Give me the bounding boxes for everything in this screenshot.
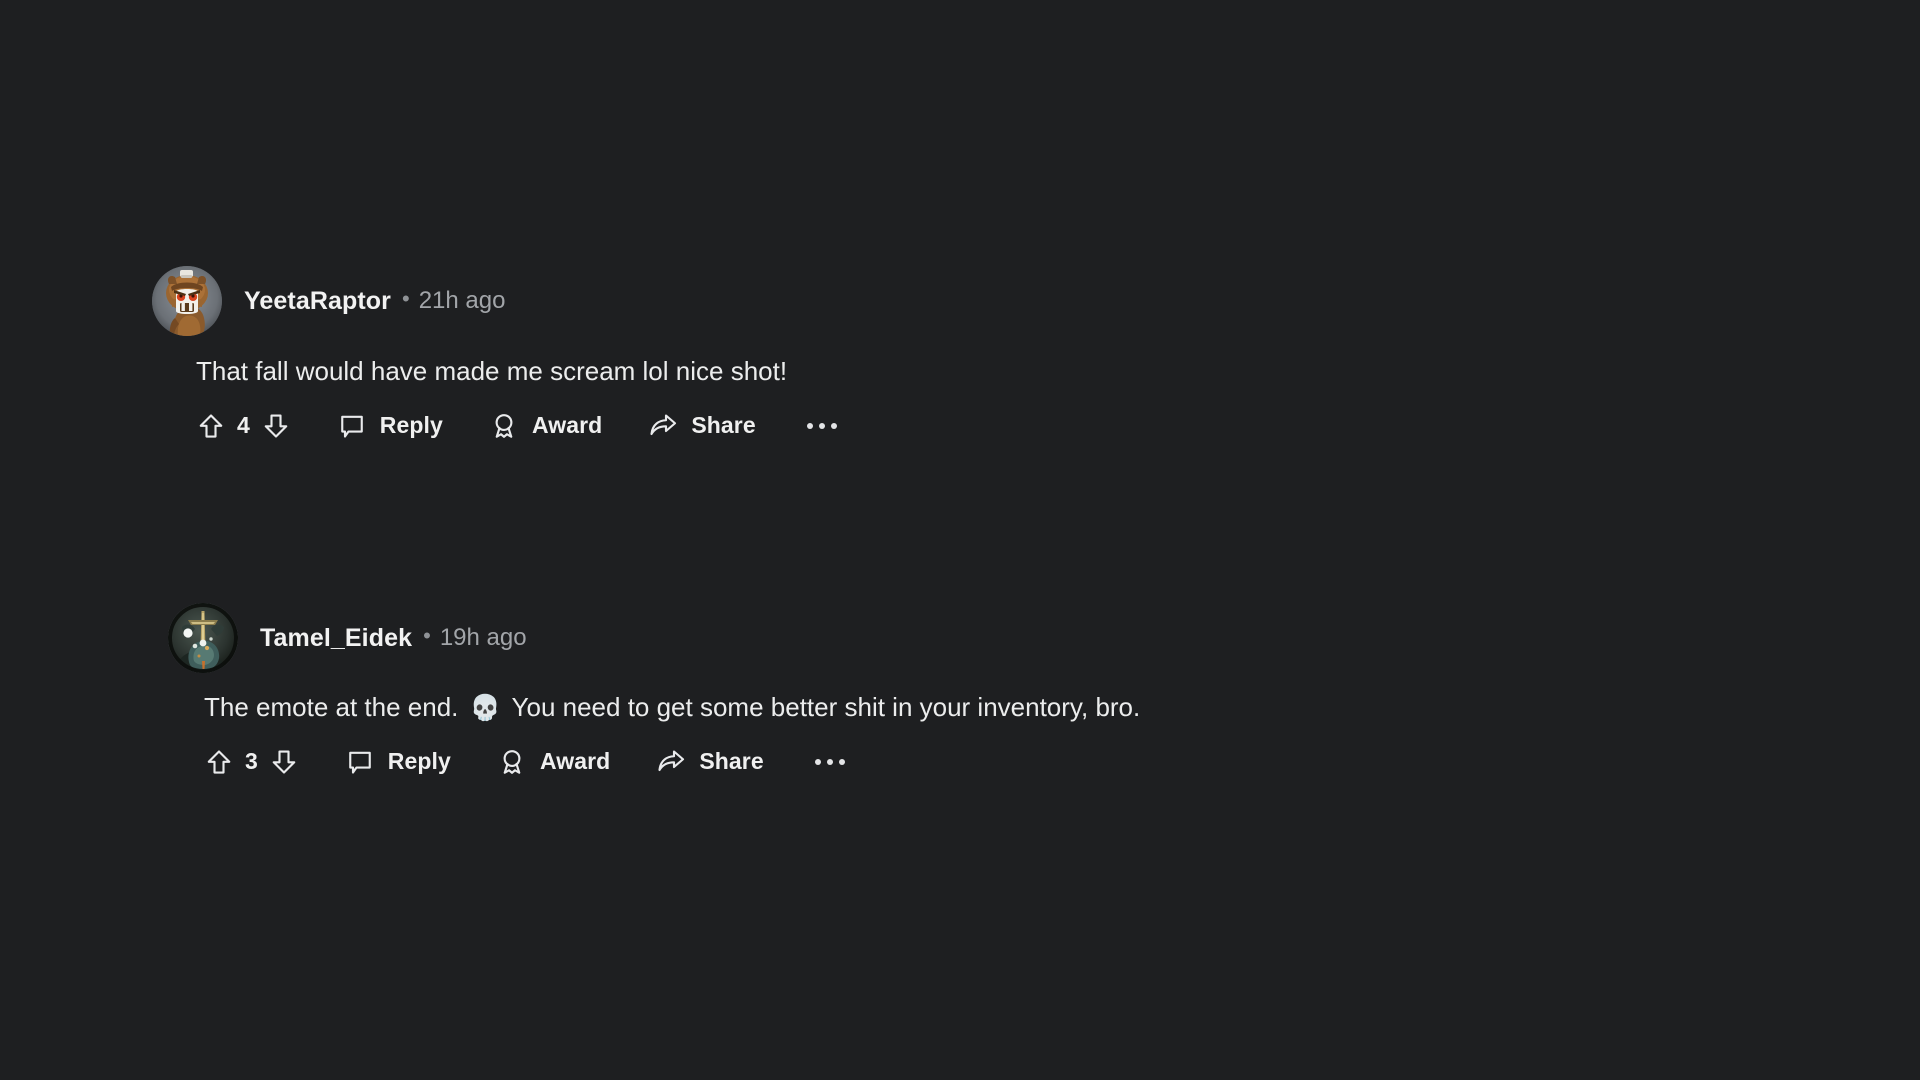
ellipsis-dot: [806, 422, 813, 429]
comment-thread-page: YeetaRaptor • 21h ago That fall would ha…: [0, 0, 1920, 1080]
award-ribbon-icon: [489, 411, 519, 441]
vote-group: 3: [204, 747, 299, 777]
reply-label: Reply: [379, 412, 443, 439]
ellipsis-dot: [814, 758, 821, 765]
reply-button[interactable]: Reply: [345, 747, 451, 777]
comment-item: YeetaRaptor • 21h ago That fall would ha…: [152, 265, 842, 441]
upvote-arrow-icon[interactable]: [204, 747, 234, 777]
comment-action-bar: 4 Reply Award Share: [196, 411, 842, 441]
comment-bubble-icon: [337, 411, 367, 441]
award-label: Award: [531, 412, 603, 439]
more-ellipsis-icon[interactable]: [802, 419, 842, 433]
share-arrow-icon: [656, 747, 686, 777]
share-label: Share: [691, 412, 756, 439]
reply-label: Reply: [387, 748, 451, 775]
author-line: YeetaRaptor • 21h ago: [244, 287, 505, 316]
comment-timestamp: 21h ago: [418, 287, 506, 314]
avatar[interactable]: [152, 266, 222, 336]
comment-text: That fall would have made me scream lol …: [196, 356, 788, 386]
share-button[interactable]: Share: [656, 747, 764, 777]
downvote-arrow-icon[interactable]: [269, 747, 299, 777]
ellipsis-dot: [818, 422, 825, 429]
comment-text-after-emoji: You need to get some better shit in your…: [511, 692, 1141, 722]
share-arrow-icon: [648, 411, 678, 441]
avatar[interactable]: [168, 603, 238, 673]
ellipsis-dot: [830, 422, 837, 429]
vote-score: 3: [245, 748, 258, 775]
comment-item: Tamel_Eidek • 19h ago The emote at the e…: [168, 602, 1140, 777]
comment-header: Tamel_Eidek • 19h ago: [168, 602, 1140, 674]
vote-group: 4: [196, 411, 291, 441]
comment-action-bar: 3 Reply Award Share: [204, 747, 1140, 777]
author-line: Tamel_Eidek • 19h ago: [260, 624, 527, 653]
skull-emoji: 💀: [469, 693, 501, 722]
ellipsis-dot: [838, 758, 845, 765]
comment-timestamp: 19h ago: [439, 624, 527, 651]
upvote-arrow-icon[interactable]: [196, 411, 226, 441]
share-label: Share: [699, 748, 764, 775]
ellipsis-dot: [826, 758, 833, 765]
separator-dot: •: [423, 623, 431, 648]
share-button[interactable]: Share: [648, 411, 756, 441]
award-ribbon-icon: [497, 747, 527, 777]
author-name[interactable]: YeetaRaptor: [244, 287, 391, 316]
author-name[interactable]: Tamel_Eidek: [260, 624, 412, 653]
award-button[interactable]: Award: [497, 747, 610, 777]
downvote-arrow-icon[interactable]: [261, 411, 291, 441]
award-button[interactable]: Award: [489, 411, 602, 441]
comment-text-before-emoji: The emote at the end.: [204, 692, 459, 722]
vote-score: 4: [237, 412, 250, 439]
more-ellipsis-icon[interactable]: [810, 755, 850, 769]
reply-button[interactable]: Reply: [337, 411, 443, 441]
comment-header: YeetaRaptor • 21h ago: [152, 265, 842, 337]
separator-dot: •: [402, 286, 410, 311]
comment-bubble-icon: [345, 747, 375, 777]
comment-text: The emote at the end. 💀 You need to get …: [204, 691, 1140, 725]
award-label: Award: [539, 748, 611, 775]
